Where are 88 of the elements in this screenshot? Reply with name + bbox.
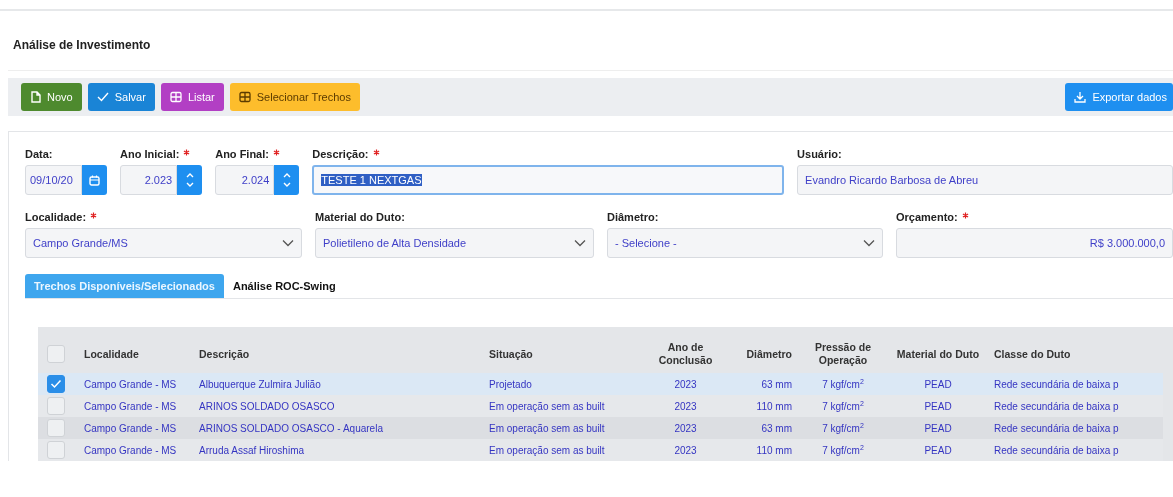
- field-label: Localidade:: [25, 211, 87, 223]
- text-field[interactable]: TESTE 1 NEXTGAS: [312, 165, 785, 195]
- column-header: Localidade: [84, 347, 139, 360]
- checkbox[interactable]: [47, 397, 65, 415]
- table-row[interactable]: Campo Grande - MS Arruda Assaf Hiroshima Em operação sem as built 2023 110 mm 7 kgf/cm$^{2}$ PEAD Rede secundária de baixa p: [38, 439, 1163, 461]
- field-label: Diâmetro:: [607, 211, 659, 223]
- table-cell: ARINOS SOLDADO OSASCO - Aquarela: [199, 422, 383, 434]
- table-cell: 63 mm: [761, 422, 792, 434]
- table-cell: 63 mm: [761, 378, 792, 390]
- calendar-icon: [89, 174, 101, 186]
- grid-icon: [169, 91, 182, 103]
- table-row[interactable]: Campo Grande - MS ARINOS SOLDADO OSASCO Em operação sem as built 2023 110 mm 7 kgf/cm$^{2}$ PEAD Rede secundária de baixa p: [38, 395, 1163, 417]
- table-cell: Projetado: [489, 378, 532, 390]
- table-cell: 2023: [674, 400, 697, 412]
- table-cell: Em operação sem as built: [489, 400, 605, 412]
- column-header: Diâmetro: [746, 347, 792, 360]
- table-cell: 7 kgf/cm$^{2}$: [822, 378, 864, 390]
- table-cell: Rede secundária de baixa p: [994, 378, 1119, 390]
- field-label: Data:: [25, 148, 53, 160]
- table-cell: 110 mm: [756, 400, 792, 412]
- field-label: Material do Duto:: [315, 211, 405, 223]
- spinner-button[interactable]: [177, 165, 203, 195]
- table-cell: PEAD: [924, 444, 952, 456]
- chevron-down-icon: [863, 239, 875, 247]
- column-header: Situação: [489, 347, 533, 360]
- toolbar-button[interactable]: Novo: [21, 83, 82, 111]
- column-header: Ano de Conclusão: [658, 341, 713, 366]
- table-cell: 110 mm: [756, 444, 792, 456]
- table-cell: Em operação sem as built: [489, 444, 605, 456]
- table-cell: Arruda Assaf Hiroshima: [199, 444, 305, 456]
- field-label: Usuário:: [797, 148, 842, 160]
- table-cell: Campo Grande - MS: [84, 378, 177, 390]
- table-cell: PEAD: [924, 422, 952, 434]
- checkbox[interactable]: [47, 441, 65, 459]
- check-icon: [50, 379, 62, 389]
- tab[interactable]: Análise ROC-Swing: [223, 274, 345, 298]
- checkbox[interactable]: [47, 419, 65, 437]
- table-cell: 2023: [674, 422, 697, 434]
- check-icon: [96, 91, 109, 103]
- table-cell: ARINOS SOLDADO OSASCO: [199, 400, 335, 412]
- column-header: Descrição: [199, 347, 250, 360]
- column-header: Classe do Duto: [994, 347, 1071, 360]
- toolbar-button[interactable]: Salvar: [87, 83, 155, 111]
- table-cell: 2023: [674, 444, 697, 456]
- download-icon: [1074, 91, 1087, 103]
- toolbar-button[interactable]: Listar: [160, 83, 224, 111]
- field-label: Ano Final:: [215, 148, 269, 160]
- chevron-down-icon: [282, 239, 294, 247]
- column-header: Material do Duto: [896, 347, 980, 360]
- table-cell: Rede secundária de baixa p: [994, 422, 1119, 434]
- field-label: Descrição:: [312, 148, 369, 160]
- table-cell: PEAD: [924, 400, 952, 412]
- currency-field[interactable]: R$ 3.000.000,0: [896, 228, 1173, 258]
- up-down-chevron-icon: [184, 171, 195, 189]
- number-field[interactable]: 2.023: [120, 165, 178, 195]
- table-cell: Campo Grande - MS: [84, 422, 177, 434]
- page-title: Análise de Investimento: [8, 11, 1173, 71]
- table-cell: Em operação sem as built: [489, 422, 605, 434]
- field-label: Ano Inicial:: [120, 148, 180, 160]
- checkbox[interactable]: [47, 375, 65, 393]
- calendar-button[interactable]: [82, 165, 108, 195]
- spinner-button[interactable]: [274, 165, 300, 195]
- table-cell: 7 kgf/cm$^{2}$: [822, 422, 864, 434]
- table-cell: Rede secundária de baixa p: [994, 400, 1119, 412]
- table-row[interactable]: Campo Grande - MS Albuquerque Zulmira Julião Projetado 2023 63 mm 7 kgf/cm$^{2}$ PEAD Rede secundária de baixa p: [38, 373, 1163, 395]
- toolbar-button[interactable]: Selecionar Trechos: [229, 83, 360, 111]
- up-down-chevron-icon: [281, 171, 292, 189]
- select-field[interactable]: - Selecione -: [607, 228, 883, 258]
- chevron-down-icon: [574, 239, 586, 247]
- table-cell: Albuquerque Zulmira Julião: [199, 378, 321, 390]
- table-cell: 7 kgf/cm$^{2}$: [822, 400, 864, 412]
- field-label: Orçamento:: [896, 211, 958, 223]
- table-cell: Campo Grande - MS: [84, 400, 177, 412]
- number-field[interactable]: 2.024: [215, 165, 275, 195]
- table-cell: Rede secundária de baixa p: [994, 444, 1119, 456]
- grid-icon: [238, 91, 251, 103]
- table-cell: PEAD: [924, 378, 952, 390]
- table-row[interactable]: Campo Grande - MS ARINOS SOLDADO OSASCO - Aquarela Em operação sem as built 2023 63 mm 7 kgf/cm$^{2}$ PEAD Rede secundária de baixa p: [38, 417, 1163, 439]
- select-field[interactable]: Polietileno de Alta Densidade: [315, 228, 594, 258]
- document-icon: [30, 91, 41, 103]
- table-cell: 7 kgf/cm$^{2}$: [822, 444, 864, 456]
- table-cell: Campo Grande - MS: [84, 444, 177, 456]
- text-field[interactable]: Evandro Ricardo Barbosa de Abreu: [797, 165, 1173, 195]
- checkbox[interactable]: [47, 345, 65, 363]
- date-field[interactable]: 09/10/20: [25, 165, 83, 195]
- table-cell: 2023: [674, 378, 697, 390]
- column-header: Pressão de Operação: [814, 341, 871, 366]
- select-field[interactable]: Campo Grande/MS: [25, 228, 302, 258]
